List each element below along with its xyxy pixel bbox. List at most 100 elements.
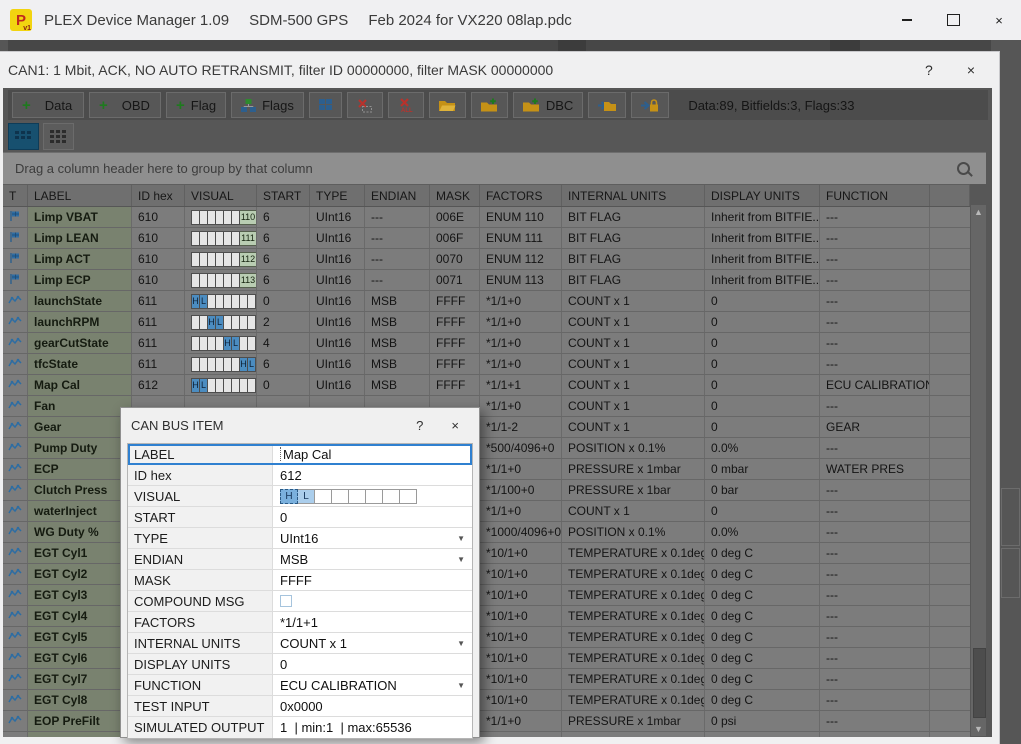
add-flag-button[interactable]: +Flag xyxy=(166,92,226,118)
column-header-label[interactable]: LABEL xyxy=(28,185,132,206)
cell-internal: COUNT x 1 xyxy=(562,396,705,416)
import-button[interactable] xyxy=(588,92,626,118)
dropdown-arrow-icon[interactable]: ▼ xyxy=(457,681,465,690)
field-value-display-units[interactable]: 0 xyxy=(273,654,472,674)
field-value-function[interactable]: ECU CALIBRATION▼ xyxy=(273,675,472,695)
cell-id: 612 xyxy=(132,375,185,395)
delete-all-button[interactable]: ALL xyxy=(388,92,424,118)
scroll-up-icon[interactable]: ▲ xyxy=(971,205,986,219)
close-button[interactable]: × xyxy=(991,12,1007,28)
add-data-button[interactable]: +Data xyxy=(12,92,84,118)
field-value-endian[interactable]: MSB▼ xyxy=(273,549,472,569)
column-header-t[interactable]: T xyxy=(3,185,28,206)
table-row[interactable]: Limp VBAT6101106UInt16---006EENUM 110BIT… xyxy=(3,207,970,228)
table-row[interactable]: launchState611HL0UInt16MSBFFFF*1/1+0COUN… xyxy=(3,291,970,312)
field-value-id-hex[interactable]: 612 xyxy=(273,465,472,485)
byte-cell xyxy=(200,210,208,225)
grid-view-button[interactable] xyxy=(309,92,342,118)
table-row[interactable]: Limp ECP6101136UInt16---0071ENUM 113BIT … xyxy=(3,270,970,291)
field-value-label[interactable]: Map Cal xyxy=(273,444,472,464)
byte-cell xyxy=(200,273,208,288)
cell-label: Gear xyxy=(28,417,132,437)
byte-cell[interactable] xyxy=(400,489,417,504)
search-icon[interactable] xyxy=(957,162,970,175)
column-header-endian[interactable]: ENDIAN xyxy=(365,185,430,206)
table-row[interactable]: Limp LEAN6101116UInt16---006FENUM 111BIT… xyxy=(3,228,970,249)
field-value-mask[interactable]: FFFF xyxy=(273,570,472,590)
dialog-field-row: INTERNAL UNITSCOUNT x 1▼ xyxy=(128,633,472,654)
column-header-type[interactable]: TYPE xyxy=(310,185,365,206)
import-locked-button[interactable] xyxy=(631,92,669,118)
column-header-display[interactable]: DISPLAY UNITS xyxy=(705,185,820,206)
table-row[interactable]: Map Cal612HL0UInt16MSBFFFF*1/1+1COUNT x … xyxy=(3,375,970,396)
field-label: VISUAL xyxy=(128,486,273,506)
vertical-scrollbar[interactable]: ▲ ▼ xyxy=(970,205,986,736)
add-obd-button[interactable]: +OBD xyxy=(89,92,161,118)
text-caret xyxy=(280,447,281,461)
field-value-start[interactable]: 0 xyxy=(273,507,472,527)
byte-cell[interactable] xyxy=(383,489,400,504)
can-window-titlebar: CAN1: 1 Mbit, ACK, NO AUTO RETRANSMIT, f… xyxy=(0,52,999,88)
field-value-compound-msg[interactable] xyxy=(273,591,472,611)
field-value-test-input[interactable]: 0x0000 xyxy=(273,696,472,716)
field-value-internal-units[interactable]: COUNT x 1▼ xyxy=(273,633,472,653)
field-value-visual[interactable]: HL xyxy=(273,486,472,506)
flags-button[interactable]: Flags xyxy=(231,92,304,118)
scrollbar-thumb[interactable] xyxy=(973,648,986,718)
table-row[interactable]: Limp ACT6101126UInt16---0070ENUM 112BIT … xyxy=(3,249,970,270)
byte-cell[interactable]: L xyxy=(298,489,315,504)
dropdown-arrow-icon[interactable]: ▼ xyxy=(457,555,465,564)
cell-internal: TEMPERATURE x 0.1degC xyxy=(562,690,705,710)
byte-cell[interactable] xyxy=(366,489,383,504)
column-header-factors[interactable]: FACTORS xyxy=(480,185,562,206)
visual-bytes-widget[interactable]: HL xyxy=(280,489,417,504)
dialog-close-button[interactable]: × xyxy=(451,418,459,433)
byte-cell[interactable] xyxy=(332,489,349,504)
add-file-button[interactable] xyxy=(471,92,508,118)
dbc-button[interactable]: DBC xyxy=(513,92,583,118)
delete-item-button[interactable] xyxy=(347,92,383,118)
field-value-factors[interactable]: *1/1+1 xyxy=(273,612,472,632)
column-header-id[interactable]: ID hex xyxy=(132,185,185,206)
can-close-button[interactable]: × xyxy=(967,62,975,78)
cell-display: 0.0% xyxy=(705,522,820,542)
cell-func: --- xyxy=(820,396,930,416)
byte-cell[interactable] xyxy=(349,489,366,504)
lock-import-icon xyxy=(641,99,659,112)
can-help-button[interactable]: ? xyxy=(925,62,933,78)
column-header-start[interactable]: START xyxy=(257,185,310,206)
open-file-button[interactable] xyxy=(429,92,466,118)
toolbar-status: Data:89, Bitfields:3, Flags:33 xyxy=(688,98,854,113)
column-header-func[interactable]: FUNCTION xyxy=(820,185,930,206)
column-header-internal[interactable]: INTERNAL UNITS xyxy=(562,185,705,206)
column-header-visual[interactable]: VISUAL xyxy=(185,185,257,206)
compound-msg-checkbox[interactable] xyxy=(280,595,292,607)
scroll-down-icon[interactable]: ▼ xyxy=(971,722,986,736)
cell-display: Inherit from BITFIE... xyxy=(705,270,820,290)
cell-endian: --- xyxy=(365,228,430,248)
visual-bytes-widget: 112 xyxy=(191,252,257,267)
cell-display: 0 xyxy=(705,375,820,395)
maximize-button[interactable] xyxy=(945,12,961,28)
field-value-simulated-output[interactable]: 1 | min:1 | max:65536 xyxy=(273,717,472,738)
minimize-button[interactable] xyxy=(899,12,915,28)
dropdown-arrow-icon[interactable]: ▼ xyxy=(457,534,465,543)
cell-func: --- xyxy=(820,690,930,710)
dialog-title: CAN BUS ITEM xyxy=(131,418,223,433)
dialog-help-button[interactable]: ? xyxy=(416,418,423,433)
tab-grid-view-alt[interactable] xyxy=(43,123,74,150)
byte-cell[interactable] xyxy=(315,489,332,504)
cell-display: 0 psi xyxy=(705,711,820,731)
table-row[interactable]: gearCutState611HL4UInt16MSBFFFF*1/1+0COU… xyxy=(3,333,970,354)
table-row[interactable]: launchRPM611HL2UInt16MSBFFFF*1/1+0COUNT … xyxy=(3,312,970,333)
cell-internal: TEMPERATURE x 0.1degC xyxy=(562,648,705,668)
byte-cell xyxy=(200,336,208,351)
cell-func: --- xyxy=(820,480,930,500)
dropdown-arrow-icon[interactable]: ▼ xyxy=(457,639,465,648)
column-header-mask[interactable]: MASK xyxy=(430,185,480,206)
byte-cell xyxy=(232,231,240,246)
table-row[interactable]: tfcState611HL6UInt16MSBFFFF*1/1+0COUNT x… xyxy=(3,354,970,375)
byte-cell[interactable]: H xyxy=(280,489,298,504)
tab-grid-view-selected[interactable] xyxy=(8,123,39,150)
field-value-type[interactable]: UInt16▼ xyxy=(273,528,472,548)
